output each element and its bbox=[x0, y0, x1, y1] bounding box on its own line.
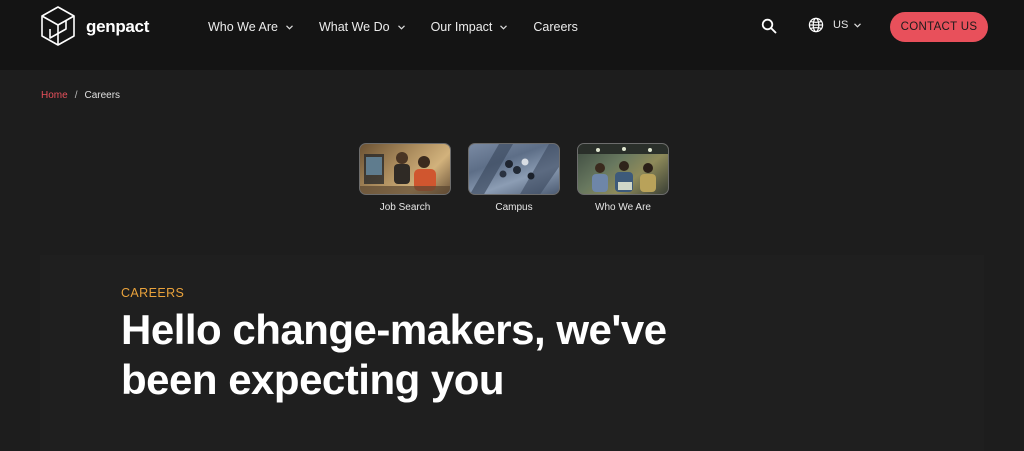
quick-link-who-we-are[interactable]: Who We Are bbox=[577, 143, 671, 213]
nav-label: What We Do bbox=[318, 20, 390, 34]
breadcrumb-home-link[interactable]: Home bbox=[41, 90, 68, 101]
breadcrumb-separator: / bbox=[74, 90, 78, 101]
nav-our-impact[interactable]: Our Impact bbox=[431, 20, 508, 34]
locale-selector[interactable]: US bbox=[808, 17, 862, 33]
chevron-down-icon bbox=[854, 22, 862, 28]
job-search-thumbnail bbox=[359, 143, 451, 195]
genpact-logo[interactable]: genpact bbox=[40, 5, 149, 49]
who-we-are-image bbox=[578, 144, 668, 192]
nav-label: Our Impact bbox=[430, 20, 493, 34]
quick-link-label: Who We Are bbox=[595, 202, 651, 213]
hero-headline: Hello change-makers, we've been expectin… bbox=[121, 306, 667, 404]
main-nav: Who We Are What We Do Our Impact Careers bbox=[208, 0, 604, 54]
quick-link-label: Campus bbox=[495, 202, 533, 213]
quick-link-campus[interactable]: Campus bbox=[468, 143, 562, 213]
who-we-are-thumbnail bbox=[577, 143, 669, 195]
search-icon bbox=[761, 18, 777, 34]
breadcrumb: Home / Careers bbox=[41, 90, 120, 101]
quick-link-job-search[interactable]: Job Search bbox=[359, 143, 453, 213]
genpact-logo-icon bbox=[41, 6, 75, 46]
quick-link-label: Job Search bbox=[379, 202, 431, 213]
nav-label: Who We Are bbox=[208, 20, 278, 34]
site-header: genpact Who We Are What We Do Our Impact… bbox=[0, 0, 1024, 70]
campus-image bbox=[470, 144, 559, 194]
careers-page: genpact Who We Are What We Do Our Impact… bbox=[0, 0, 1024, 451]
contact-us-button[interactable]: CONTACT US bbox=[890, 12, 988, 42]
campus-thumbnail bbox=[468, 143, 560, 195]
nav-careers[interactable]: Careers bbox=[533, 20, 577, 34]
breadcrumb-current: Careers bbox=[84, 90, 121, 101]
nav-what-we-do[interactable]: What We Do bbox=[319, 20, 405, 34]
chevron-down-icon bbox=[397, 24, 405, 30]
locale-label: US bbox=[833, 19, 849, 31]
hero-eyebrow: CAREERS bbox=[121, 286, 185, 300]
job-search-image bbox=[360, 152, 450, 194]
logo-text: genpact bbox=[86, 17, 150, 36]
search-button[interactable] bbox=[761, 18, 777, 34]
nav-who-we-are[interactable]: Who We Are bbox=[208, 20, 293, 34]
nav-label: Careers bbox=[533, 20, 578, 34]
globe-icon bbox=[808, 17, 824, 33]
chevron-down-icon bbox=[500, 24, 508, 30]
chevron-down-icon bbox=[286, 24, 293, 30]
